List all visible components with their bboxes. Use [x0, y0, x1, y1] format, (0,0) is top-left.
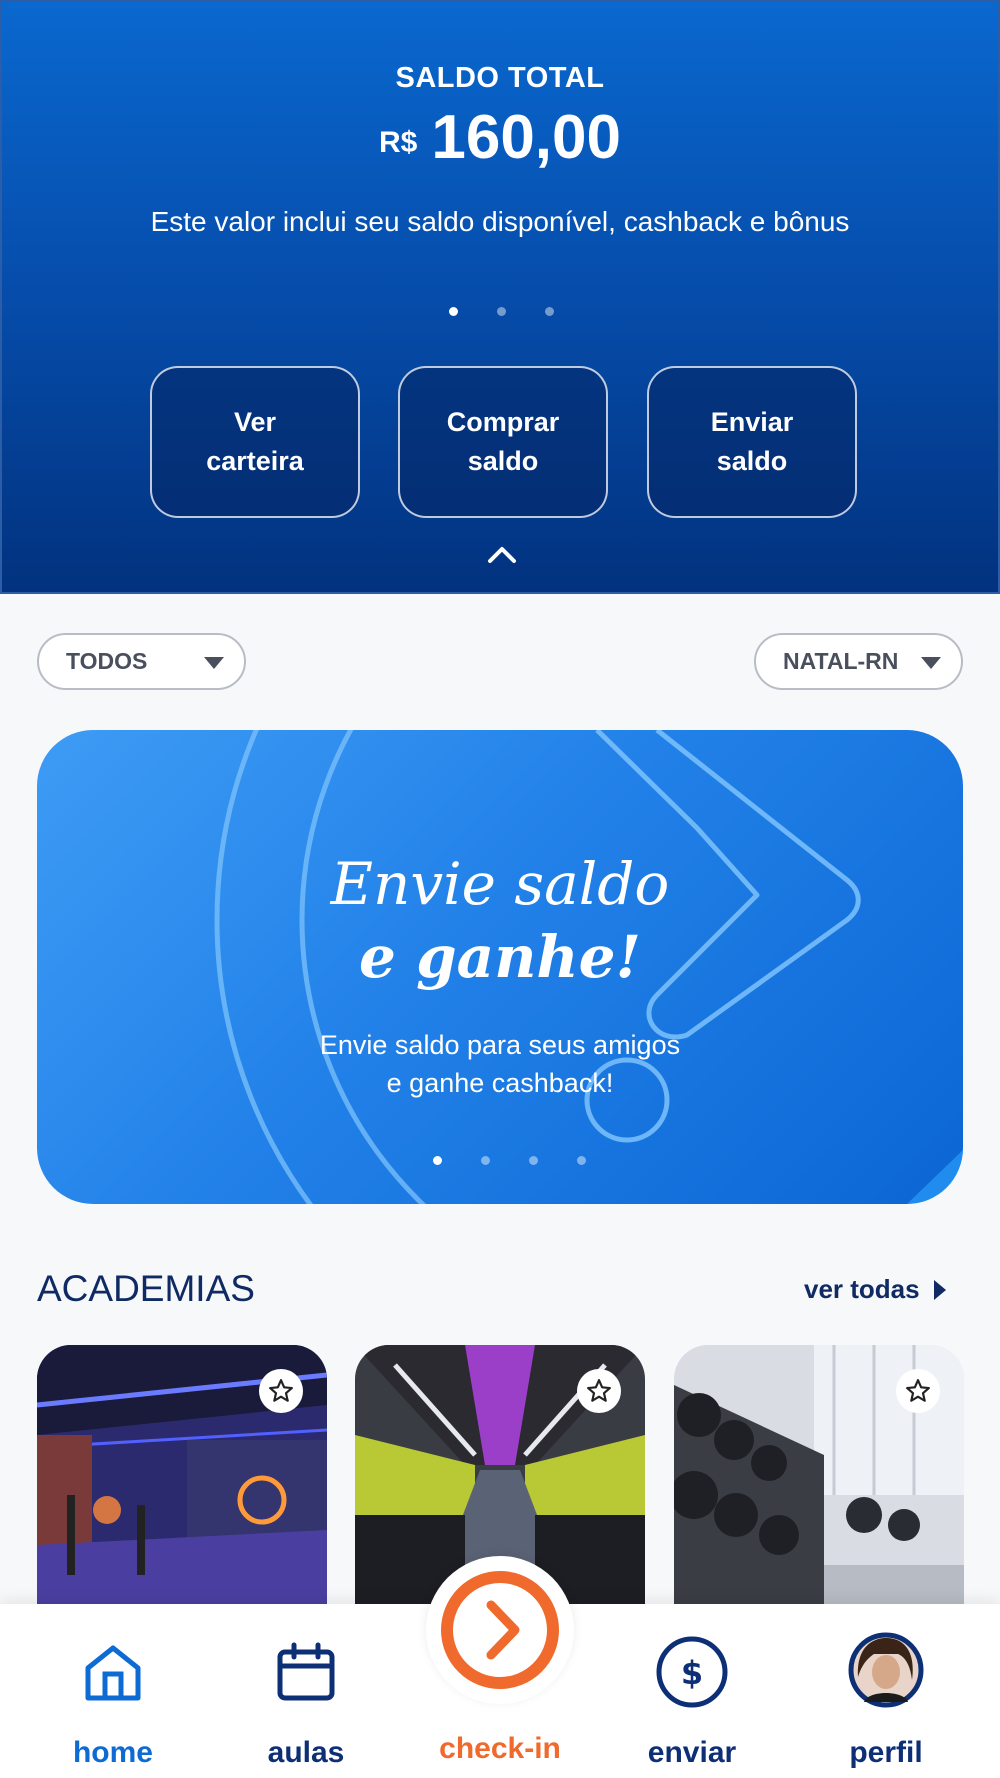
calendar-icon [277, 1642, 335, 1701]
buy-balance-button[interactable]: Comprar saldo [398, 366, 608, 518]
pager-dot[interactable] [577, 1156, 586, 1165]
banner-text-line: Envie saldo para seus amigos [319, 1030, 681, 1060]
favorite-button[interactable] [577, 1369, 621, 1413]
banner-pager[interactable] [433, 1156, 586, 1165]
balance-pager[interactable] [449, 307, 554, 316]
button-label: Enviar [710, 406, 794, 437]
button-label: Comprar [446, 406, 560, 437]
balance-description: Este valor inclui seu saldo disponível, … [150, 206, 850, 237]
banner-title-line: e ganhe! [359, 922, 641, 991]
balance-amount: R$ 160,00 [2, 102, 998, 173]
caret-down-icon [204, 657, 224, 669]
bottom-navigation: home aulas check-in $ enviar perfil [0, 1556, 1000, 1778]
caret-right-icon [933, 1279, 946, 1300]
promo-banner[interactable]: Envie saldo e ganhe! Envie saldo para seu… [37, 730, 963, 1204]
nav-send-label: enviar [647, 1736, 737, 1769]
city-filter-value: NATAL-RN [783, 648, 899, 674]
city-filter-dropdown[interactable]: NATAL-RN [754, 633, 963, 690]
view-wallet-button[interactable]: Ver carteira [150, 366, 360, 518]
button-label: Ver [233, 406, 277, 437]
category-filter-dropdown[interactable]: TODOS [37, 633, 246, 690]
svg-text:$: $ [681, 1654, 703, 1692]
nav-profile-label: perfil [849, 1736, 923, 1769]
pager-dot[interactable] [433, 1156, 442, 1165]
see-all-gyms-link[interactable]: ver todas [804, 1274, 946, 1305]
checkin-button[interactable] [426, 1556, 574, 1704]
nav-home-label: home [72, 1736, 153, 1769]
gyms-section-title: ACADEMIAS [37, 1268, 255, 1309]
pager-dot[interactable] [545, 307, 554, 316]
star-icon [906, 1379, 930, 1402]
star-icon [269, 1379, 293, 1402]
button-label: carteira [206, 446, 304, 476]
chevron-up-icon[interactable] [484, 542, 520, 566]
pager-dot[interactable] [529, 1156, 538, 1165]
pager-dot[interactable] [449, 307, 458, 316]
nav-checkin-label: check-in [439, 1732, 561, 1765]
balance-value: 160,00 [431, 103, 621, 172]
favorite-button[interactable] [896, 1369, 940, 1413]
nav-home[interactable]: home [28, 1604, 198, 1778]
nav-classes[interactable]: aulas [221, 1604, 391, 1778]
gym-card[interactable] [37, 1345, 327, 1615]
star-icon [587, 1379, 611, 1402]
nav-classes-label: aulas [267, 1736, 345, 1769]
avatar [848, 1632, 924, 1708]
balance-title: SALDO TOTAL [395, 62, 605, 94]
chevron-right-icon [441, 1571, 559, 1689]
category-filter-value: TODOS [66, 648, 148, 674]
favorite-button[interactable] [259, 1369, 303, 1413]
app-screen: SALDO TOTAL R$ 160,00 Este valor inclui s… [0, 0, 1000, 1778]
balance-header: SALDO TOTAL R$ 160,00 Este valor inclui s… [0, 0, 1000, 594]
nav-profile[interactable]: perfil [801, 1604, 971, 1778]
gym-card[interactable] [674, 1345, 964, 1615]
banner-title: Envie saldo e ganhe! [37, 848, 963, 993]
caret-down-icon [921, 657, 941, 669]
banner-text: Envie saldo para seus amigos e ganhe cash… [37, 1026, 963, 1103]
send-balance-button[interactable]: Enviar saldo [647, 366, 857, 518]
button-label: saldo [716, 446, 788, 476]
pager-dot[interactable] [497, 307, 506, 316]
dollar-icon: $ [656, 1636, 728, 1708]
nav-checkin[interactable]: check-in [415, 1556, 585, 1778]
button-label: saldo [467, 446, 539, 476]
home-icon [85, 1645, 141, 1701]
banner-title-line: Envie saldo [330, 850, 670, 918]
pager-dot[interactable] [481, 1156, 490, 1165]
see-all-label: ver todas [804, 1274, 920, 1304]
balance-currency: R$ [379, 126, 418, 159]
banner-text-line: e ganhe cashback! [386, 1068, 614, 1099]
nav-send[interactable]: $ enviar [607, 1604, 777, 1778]
